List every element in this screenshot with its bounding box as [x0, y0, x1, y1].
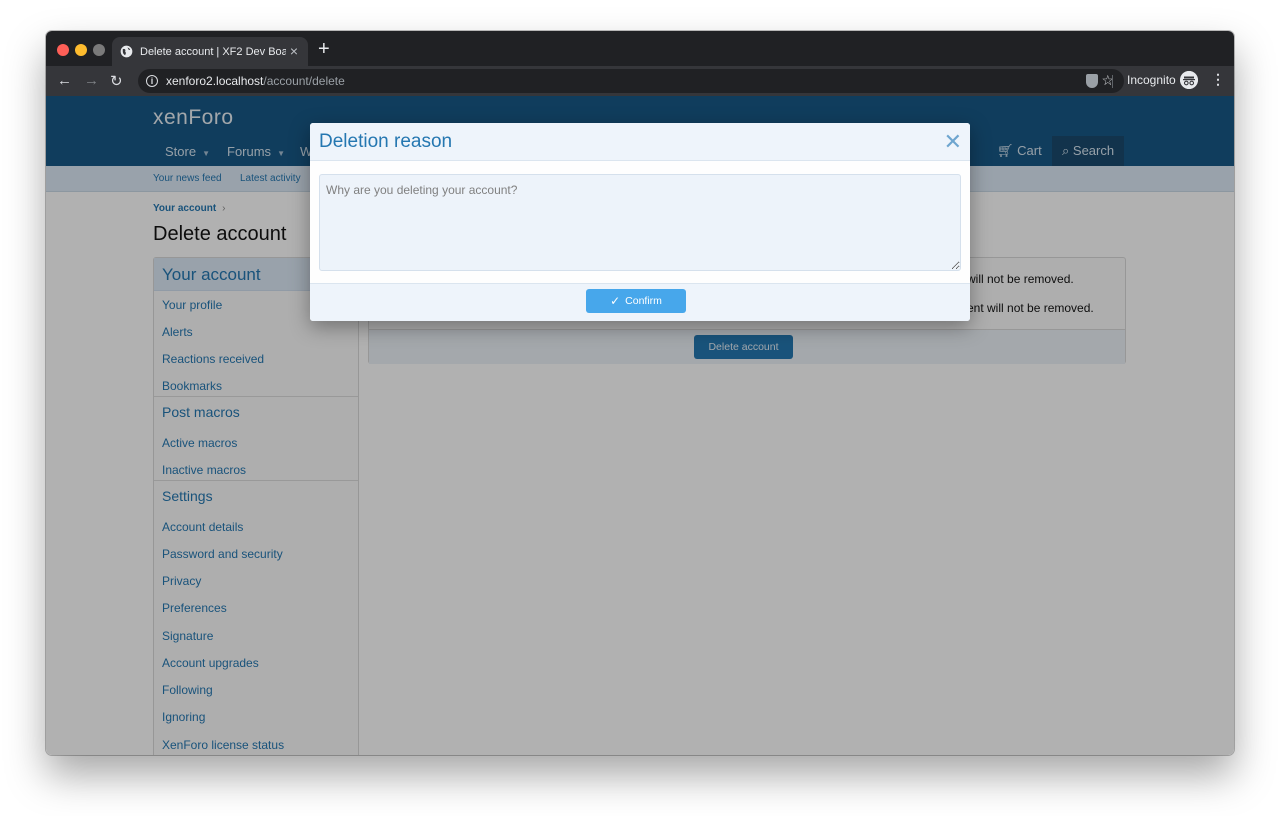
- web-page: xenForo Store ▼ Forums ▼ W 🛒︎ Cart ⌕ Searc…: [46, 96, 1234, 755]
- checkmark-icon: ✓: [610, 294, 621, 308]
- confirm-button[interactable]: ✓ Confirm: [586, 289, 686, 313]
- confirm-label: Confirm: [625, 295, 662, 307]
- deletion-reason-textarea[interactable]: [319, 174, 961, 271]
- close-icon[interactable]: ✕: [944, 129, 962, 155]
- back-icon[interactable]: ←: [57, 72, 72, 89]
- incognito-label: Incognito: [1127, 73, 1176, 87]
- dialog-header: Deletion reason ✕: [310, 123, 970, 161]
- globe-icon: [120, 45, 133, 58]
- info-icon[interactable]: i: [146, 75, 158, 87]
- browser-window: Delete account | XF2 Dev Boar × + ← → ↻ …: [46, 31, 1234, 755]
- extension-shield-icon[interactable]: [1086, 74, 1098, 88]
- close-window-button[interactable]: [57, 44, 69, 56]
- incognito-icon[interactable]: [1180, 71, 1198, 89]
- toolbar-divider: [1112, 75, 1113, 88]
- zoom-window-button[interactable]: [93, 44, 105, 56]
- address-bar[interactable]: i xenforo2.localhost/account/delete ☆: [138, 69, 1124, 93]
- new-tab-icon[interactable]: +: [318, 38, 330, 61]
- tab-close-icon[interactable]: ×: [290, 43, 298, 59]
- reload-icon[interactable]: ↻: [110, 72, 123, 90]
- url-path: /account/delete: [263, 74, 345, 88]
- browser-menu-icon[interactable]: ⋮: [1211, 71, 1225, 88]
- tab-strip: Delete account | XF2 Dev Boar × +: [46, 31, 1234, 66]
- browser-toolbar: ← → ↻ i xenforo2.localhost/account/delet…: [46, 66, 1234, 96]
- tab-title: Delete account | XF2 Dev Boar: [140, 45, 286, 58]
- minimize-window-button[interactable]: [75, 44, 87, 56]
- browser-tab[interactable]: Delete account | XF2 Dev Boar ×: [112, 37, 308, 66]
- forward-icon[interactable]: →: [84, 72, 99, 89]
- dialog-title: Deletion reason: [319, 131, 453, 152]
- dialog-footer: ✓ Confirm: [310, 283, 970, 321]
- deletion-reason-dialog: Deletion reason ✕ ✓ Confirm: [310, 123, 970, 321]
- url-host: xenforo2.localhost: [166, 74, 264, 88]
